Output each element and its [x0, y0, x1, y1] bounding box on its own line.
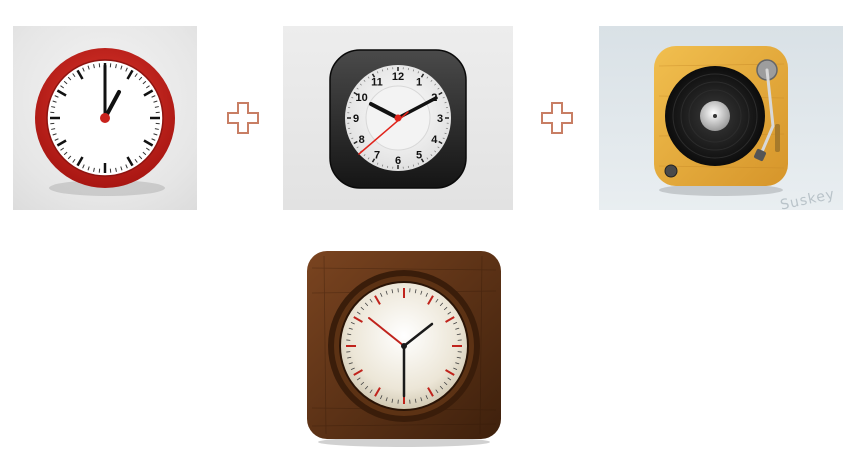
red-wall-clock-tile: [13, 26, 197, 210]
wooden-clock-icon: [307, 251, 501, 447]
turntable-tile: Suskey: [599, 26, 843, 214]
clock-numeral: 12: [392, 71, 404, 83]
wooden-clock-tile: [304, 248, 504, 448]
clock-numeral: 10: [356, 92, 368, 104]
clock-pivot: [394, 114, 402, 122]
plus-icon: [540, 101, 574, 135]
clock-pivot: [401, 343, 407, 349]
clock-numeral: 4: [431, 134, 438, 146]
clock-pivot: [100, 113, 110, 123]
clock-numeral: 8: [359, 134, 365, 146]
turntable-icon: [654, 46, 788, 196]
clock-numeral: 1: [416, 77, 422, 89]
clock-numeral: 6: [395, 155, 401, 167]
ios-clock-icon: 121234567891011: [329, 49, 467, 189]
plus-icon: [226, 101, 260, 135]
clock-numeral: 7: [374, 149, 380, 161]
clock-numeral: 9: [353, 113, 359, 125]
clock-numeral: 3: [437, 113, 443, 125]
clock-numeral: 11: [371, 77, 383, 89]
red-wall-clock-icon: [35, 48, 175, 196]
clock-numeral: 5: [416, 149, 422, 161]
ios-clock-tile: 121234567891011: [283, 26, 513, 210]
